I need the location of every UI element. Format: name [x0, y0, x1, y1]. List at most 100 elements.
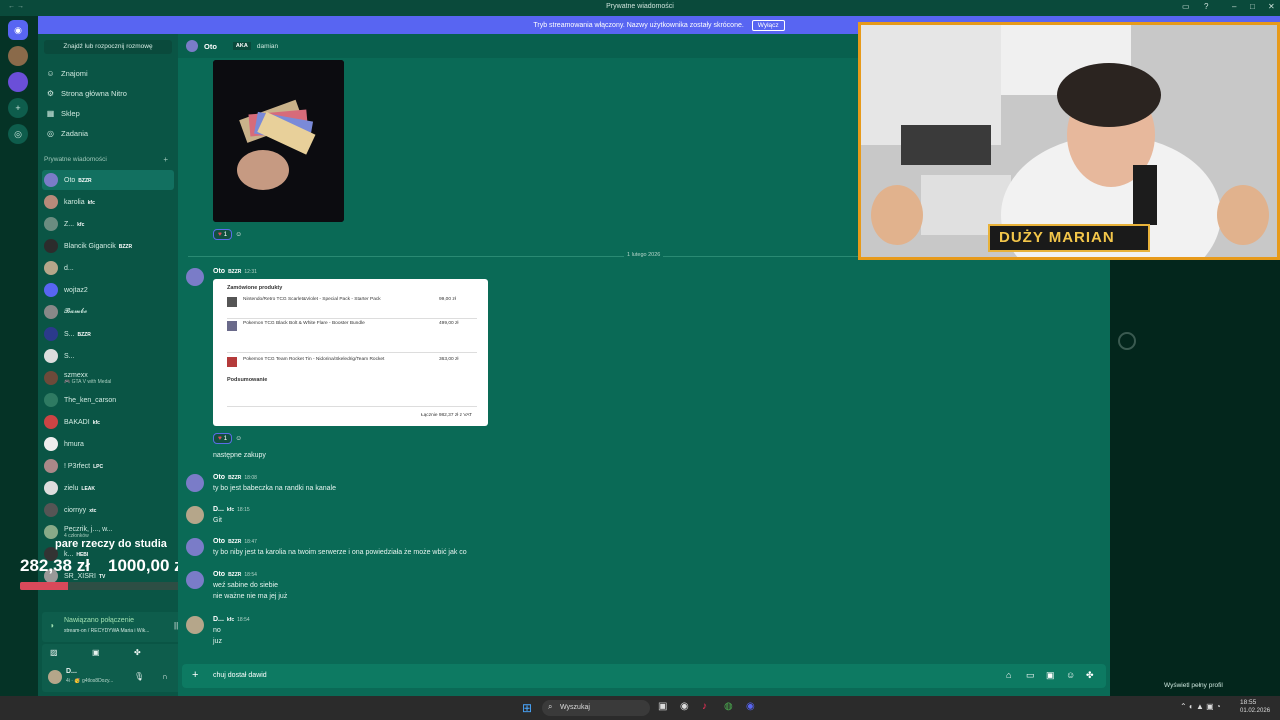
help-icon[interactable]: ? — [1204, 2, 1208, 11]
author-tag: BZZR — [228, 475, 242, 481]
headphones-icon[interactable]: ∩ — [162, 672, 168, 681]
nav-quests[interactable]: ◎ Zadania — [44, 124, 172, 142]
message-avatar[interactable] — [186, 506, 204, 524]
dm-item[interactable]: S... BZZR — [42, 324, 174, 344]
author-name[interactable]: Oto — [213, 571, 225, 578]
inbox-icon[interactable]: ▭ — [1182, 2, 1190, 11]
discord-taskbar-icon[interactable]: ◉ — [746, 701, 755, 712]
discord-home-icon[interactable]: ◉ — [8, 20, 28, 40]
dm-item[interactable]: The_ken_carson — [42, 390, 174, 410]
author-name[interactable]: Oto — [213, 474, 225, 481]
dm-item[interactable]: BAKADI kfc — [42, 412, 174, 432]
disable-streamer-mode-button[interactable]: Wyłącz — [751, 20, 785, 31]
dm-item[interactable]: hmura — [42, 434, 174, 454]
dm-name: ! P3rfect — [64, 462, 91, 470]
message-avatar[interactable] — [186, 571, 204, 589]
create-dm-icon[interactable]: + — [163, 155, 168, 164]
message: Oto BZZR 18:54 weź sabine do siebie nie wa… — [186, 571, 786, 600]
dm-avatar — [44, 481, 58, 495]
attached-photo[interactable] — [213, 60, 344, 222]
user-name: D... — [66, 668, 77, 675]
voice-channel[interactable]: stream-on / RECYDYWA Maria i Wik... — [64, 628, 174, 634]
dm-name: d... — [64, 264, 74, 272]
message-avatar[interactable] — [186, 616, 204, 634]
message: Oto BZZR 18:47 ty bo niby jest ta karolia … — [186, 538, 786, 556]
dm-tag: LPC — [93, 463, 104, 470]
explore-icon[interactable]: ◎ — [8, 124, 28, 144]
server-icon[interactable] — [8, 72, 28, 92]
task-view-icon[interactable]: ▣ — [658, 701, 667, 712]
dm-item[interactable]: Oto BZZR — [42, 170, 174, 190]
apps-icon[interactable]: ✤ — [1086, 670, 1094, 681]
reaction[interactable]: ♥ 1 ☺ — [213, 229, 242, 240]
dm-tag: xtc — [89, 507, 97, 514]
author-name[interactable]: D... — [213, 616, 224, 623]
user-avatar[interactable] — [48, 670, 62, 684]
reaction[interactable]: ♥ 1 ☺ — [213, 433, 242, 444]
dm-avatar — [44, 195, 58, 209]
dm-item[interactable]: szmexx 🎮 GTA V with Medal — [42, 368, 174, 388]
activities-icon[interactable]: ✤ — [134, 648, 141, 657]
dm-text: hmura — [64, 441, 84, 448]
dm-item[interactable]: ciornyy xtc — [42, 500, 174, 520]
nav-shop[interactable]: ▦ Sklep — [44, 104, 172, 122]
emoji-icon[interactable]: ☺ — [1066, 670, 1075, 680]
microphone-icon[interactable]: 🎙 — [134, 672, 144, 681]
composer-input[interactable]: chuj dostał dawid — [213, 672, 267, 679]
dm-name: Blancik Gigancik — [64, 242, 116, 250]
add-reaction-icon[interactable]: ☺ — [235, 231, 242, 238]
dm-text: BAKADI kfc — [64, 419, 100, 426]
author-name[interactable]: Oto — [213, 538, 225, 545]
app-icon[interactable]: ◉ — [680, 701, 689, 712]
windows-start-icon[interactable]: ⊞ — [522, 701, 532, 715]
reaction-count: 1 — [223, 231, 228, 238]
message-avatar[interactable] — [186, 268, 204, 286]
dm-item[interactable]: d... — [42, 258, 174, 278]
nav-friends[interactable]: ☺ Znajomi — [44, 64, 172, 82]
message-avatar[interactable] — [186, 538, 204, 556]
minimize-icon[interactable]: – — [1232, 2, 1236, 11]
author-name[interactable]: D... — [213, 506, 224, 513]
attach-plus-icon[interactable]: + — [192, 669, 198, 681]
add-server-icon[interactable]: + — [8, 98, 28, 118]
dm-item[interactable]: S... — [42, 346, 174, 366]
heart-icon: ♥ — [218, 435, 222, 442]
message-text: weź sabine do siebie — [213, 582, 278, 589]
attached-receipt-image[interactable]: Zamówione produkty Nintendo/Retro TCG Sc… — [213, 279, 488, 426]
chrome-icon[interactable]: ◍ — [724, 701, 733, 712]
dm-item[interactable]: wojtaz2 — [42, 280, 174, 300]
dm-item[interactable]: ! P3rfect LPC — [42, 456, 174, 476]
heart-reaction[interactable]: ♥ 1 — [213, 229, 233, 240]
message-avatar[interactable] — [186, 474, 204, 492]
screen-share-icon[interactable]: ▣ — [92, 648, 100, 657]
tiktok-icon[interactable]: ♪ — [702, 701, 707, 712]
author-name[interactable]: Oto — [213, 268, 225, 275]
dm-tag: BZZR — [77, 331, 91, 338]
gif-icon[interactable]: ▭ — [1026, 670, 1035, 681]
dm-item[interactable]: 𝓑𝓪𝓶𝓫𝓸 — [42, 302, 174, 322]
taskbar-search[interactable]: ⌕ Wyszukaj — [542, 700, 650, 716]
tray-icons[interactable]: ⌃ ◐ ▲ ▣ ◔ — [1180, 702, 1221, 711]
server-icon[interactable] — [8, 46, 28, 66]
gift-icon[interactable]: ⌂ — [1006, 670, 1011, 680]
message-text: nie ważne nie ma jej już — [213, 593, 288, 600]
add-reaction-icon[interactable]: ☺ — [235, 435, 242, 442]
nav-nitro[interactable]: ⚙ Strona główna Nitro — [44, 84, 172, 102]
maximize-icon[interactable]: □ — [1250, 2, 1255, 11]
dm-item[interactable]: Z... kfc — [42, 214, 174, 234]
streamer-mode-text: Tryb streamowania włączony. Nazwy użytko… — [533, 22, 744, 29]
dm-name: S... — [64, 352, 75, 360]
dm-item[interactable]: zielu LEAK — [42, 478, 174, 498]
dm-item[interactable]: Blancik Gigancik BZZR — [42, 236, 174, 256]
message-text: ty bo niby jest ta karolia na twoim serw… — [213, 549, 467, 556]
message: Oto BZZR 18:08 ty bo jest babeczka na rand… — [186, 474, 786, 492]
heart-reaction[interactable]: ♥ 1 — [213, 433, 233, 444]
dm-item[interactable]: karolia kfc — [42, 192, 174, 212]
find-conversation-button[interactable]: Znajdź lub rozpocznij rozmowę — [44, 40, 172, 54]
voice-status: Nawiązano połączenie — [64, 617, 135, 624]
camera-off-icon[interactable]: ▨ — [50, 648, 58, 657]
view-full-profile-link[interactable]: Wyświetl pełny profil — [1164, 682, 1223, 689]
dm-text: ! P3rfect LPC — [64, 463, 103, 470]
sticker-icon[interactable]: ▣ — [1046, 670, 1055, 681]
close-icon[interactable]: ✕ — [1268, 2, 1275, 11]
